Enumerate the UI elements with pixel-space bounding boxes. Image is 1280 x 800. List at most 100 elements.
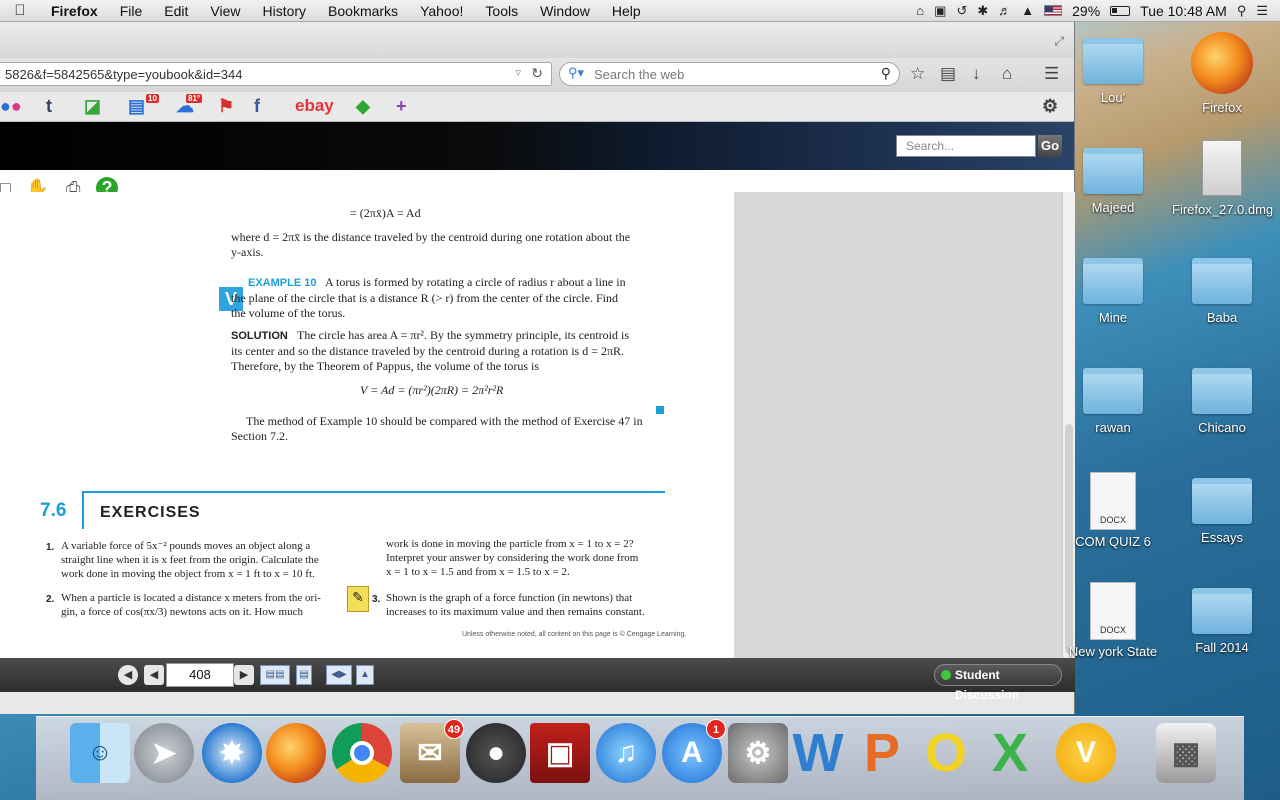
desktop-file-firefox-dmg[interactable]: Firefox_27.0.dmg — [1172, 140, 1273, 217]
docx-label: DOCX — [1099, 515, 1126, 525]
site-search-input[interactable]: Search... — [896, 135, 1036, 157]
fit-height-icon[interactable]: ▲ — [356, 665, 374, 685]
menu-bookmarks[interactable]: Bookmarks — [317, 3, 409, 19]
menu-firefox[interactable]: Firefox — [40, 3, 109, 19]
single-page-view-icon[interactable]: ▤ — [296, 665, 312, 685]
desktop-folder-fall-2014[interactable]: Fall 2014 — [1172, 588, 1272, 655]
app-store-icon[interactable]: A1 — [662, 719, 726, 783]
home-sharing-icon[interactable]: ⌂ — [916, 3, 924, 18]
ebay-link[interactable]: ebay — [295, 96, 334, 116]
photo-booth-icon[interactable]: ▣ — [530, 723, 590, 783]
bookmark-star-icon[interactable]: ☆ — [910, 64, 925, 84]
desktop-folder-baba[interactable]: Baba — [1172, 258, 1272, 325]
note-pencil-icon[interactable]: ✎ — [347, 586, 369, 612]
downloads-icon[interactable]: ↓ — [972, 64, 981, 84]
settings-gear-icon[interactable]: ⚙ — [1042, 96, 1058, 117]
desktop-folder-lou[interactable]: Lou' — [1063, 38, 1163, 105]
url-dropdown-icon[interactable]: ▿ — [515, 66, 521, 79]
tag-icon[interactable]: ◆ — [356, 96, 370, 117]
home-icon[interactable]: ⌂ — [1002, 64, 1012, 84]
web-search-field[interactable]: ⚲▾ Search the web ⚲ — [559, 62, 900, 86]
excel-icon[interactable]: X — [980, 723, 1040, 783]
bluetooth-icon[interactable]: ✱ — [977, 3, 988, 19]
menu-edit[interactable]: Edit — [153, 3, 199, 19]
system-preferences-icon[interactable]: ⚙ — [728, 723, 788, 783]
facetime-icon[interactable]: ● — [466, 723, 526, 783]
menu-yahoo[interactable]: Yahoo! — [409, 3, 474, 19]
safari-icon[interactable]: ✸ — [202, 723, 262, 783]
url-text[interactable]: 5826&f=5842565&type=youbook&id=344 — [5, 67, 242, 82]
menu-file[interactable]: File — [109, 3, 154, 19]
folder-icon — [1192, 478, 1252, 524]
menu-hamburger-icon[interactable]: ☰ — [1044, 64, 1059, 84]
desktop-icon-label: Majeed — [1091, 200, 1135, 215]
weather-icon[interactable]: ☁ 81° — [176, 94, 203, 117]
airplay-icon[interactable]: ▣ — [934, 3, 946, 19]
reading-list-icon[interactable]: ▤ — [940, 64, 956, 84]
folder-icon — [1192, 368, 1252, 414]
volume-icon[interactable]: ♬ — [998, 3, 1011, 18]
desktop-icon-label: Chicano — [1198, 420, 1246, 435]
word-icon[interactable]: W — [788, 723, 848, 783]
tumblr-icon[interactable]: t — [46, 96, 52, 117]
powerpoint-icon[interactable]: P — [852, 723, 912, 783]
desktop-icon-label: Fall 2014 — [1195, 640, 1249, 655]
itunes-icon[interactable]: ♫ — [596, 723, 656, 783]
outlook-icon[interactable]: O — [916, 723, 976, 783]
apple-menu-icon[interactable]:  — [0, 2, 40, 19]
wifi-icon[interactable]: ▲ — [1021, 3, 1034, 18]
chrome-icon[interactable] — [332, 723, 392, 783]
mail-icon[interactable]: ✉ 49 — [400, 719, 464, 783]
finder-icon[interactable]: ☺ — [70, 723, 130, 783]
reload-icon[interactable]: ↻ — [531, 65, 543, 82]
where-text: where d = 2πx̄ is the distance traveled … — [231, 230, 631, 244]
battery-percent[interactable]: 29% — [1072, 3, 1100, 19]
menu-history[interactable]: History — [251, 3, 317, 19]
next-page-button[interactable]: ▶ — [234, 665, 254, 685]
back-icon[interactable]: ◀ — [118, 665, 138, 685]
desktop-icon-label: Essays — [1201, 530, 1243, 545]
student-discussion-button[interactable]: Student Discussion — [934, 664, 1062, 702]
menu-clock[interactable]: Tue 10:48 AM — [1140, 3, 1227, 19]
flickr-icon[interactable]: ●● — [0, 96, 22, 117]
solution-text-3: Therefore, by the Theorem of Pappus, the… — [231, 359, 540, 373]
notification-center-icon[interactable]: ☰ — [1256, 3, 1268, 19]
desktop-file-com-quiz[interactable]: DOCX COM QUIZ 6 — [1063, 472, 1163, 549]
bookmark-ribbon-icon[interactable]: ⚑ — [218, 96, 234, 117]
menu-window[interactable]: Window — [529, 3, 601, 19]
desktop-folder-essays[interactable]: Essays — [1172, 478, 1272, 545]
example-label: EXAMPLE 10 — [248, 277, 317, 289]
search-icon[interactable]: ⚲ — [881, 65, 891, 82]
add-bookmark-icon[interactable]: + — [396, 96, 407, 117]
desktop-folder-mine[interactable]: Mine — [1063, 258, 1163, 325]
fit-width-icon[interactable]: ◀▶ — [326, 665, 352, 685]
previous-page-button[interactable]: ◀ — [144, 665, 164, 685]
page-number-input[interactable]: 408 — [166, 663, 234, 687]
desktop-folder-chicano[interactable]: Chicano — [1172, 368, 1272, 435]
exercise-3-line-2: increases to its maximum value and then … — [386, 606, 645, 618]
news-icon[interactable]: ▤ 10 — [128, 94, 159, 117]
search-engine-icon[interactable]: ⚲▾ — [568, 65, 584, 81]
time-machine-icon[interactable]: ↺ — [956, 3, 967, 19]
facebook-icon[interactable]: f — [254, 96, 260, 117]
firefox-dock-icon[interactable] — [266, 723, 326, 783]
spotlight-icon[interactable]: ⚲ — [1237, 3, 1247, 19]
desktop-app-firefox[interactable]: Firefox — [1172, 32, 1272, 115]
launchpad-icon[interactable]: ➤ — [134, 723, 194, 783]
input-source-flag-icon[interactable] — [1044, 5, 1063, 16]
url-bar[interactable]: 5826&f=5842565&type=youbook&id=344 ▿ ↻ — [0, 62, 552, 86]
desktop-file-new-york-state[interactable]: DOCX New york State — [1063, 582, 1163, 659]
bookmarks-toolbar: ●● t ◪ ▤ 10 ☁ 81° ⚑ f ebay ◆ + ⚙ — [0, 92, 1074, 122]
section-rule — [82, 491, 665, 493]
vonage-icon[interactable]: V — [1056, 723, 1116, 783]
trash-icon[interactable]: ▩ — [1156, 723, 1216, 783]
battery-icon[interactable] — [1110, 5, 1131, 16]
menu-view[interactable]: View — [199, 3, 251, 19]
site-go-button[interactable]: Go — [1038, 135, 1062, 157]
chat-icon[interactable]: ◪ — [84, 96, 101, 117]
desktop-folder-majeed[interactable]: Majeed — [1063, 148, 1163, 215]
two-page-view-icon[interactable]: ▤▤ — [260, 665, 290, 685]
menu-help[interactable]: Help — [601, 3, 652, 19]
menu-tools[interactable]: Tools — [474, 3, 529, 19]
desktop-folder-rawan[interactable]: rawan — [1063, 368, 1163, 435]
